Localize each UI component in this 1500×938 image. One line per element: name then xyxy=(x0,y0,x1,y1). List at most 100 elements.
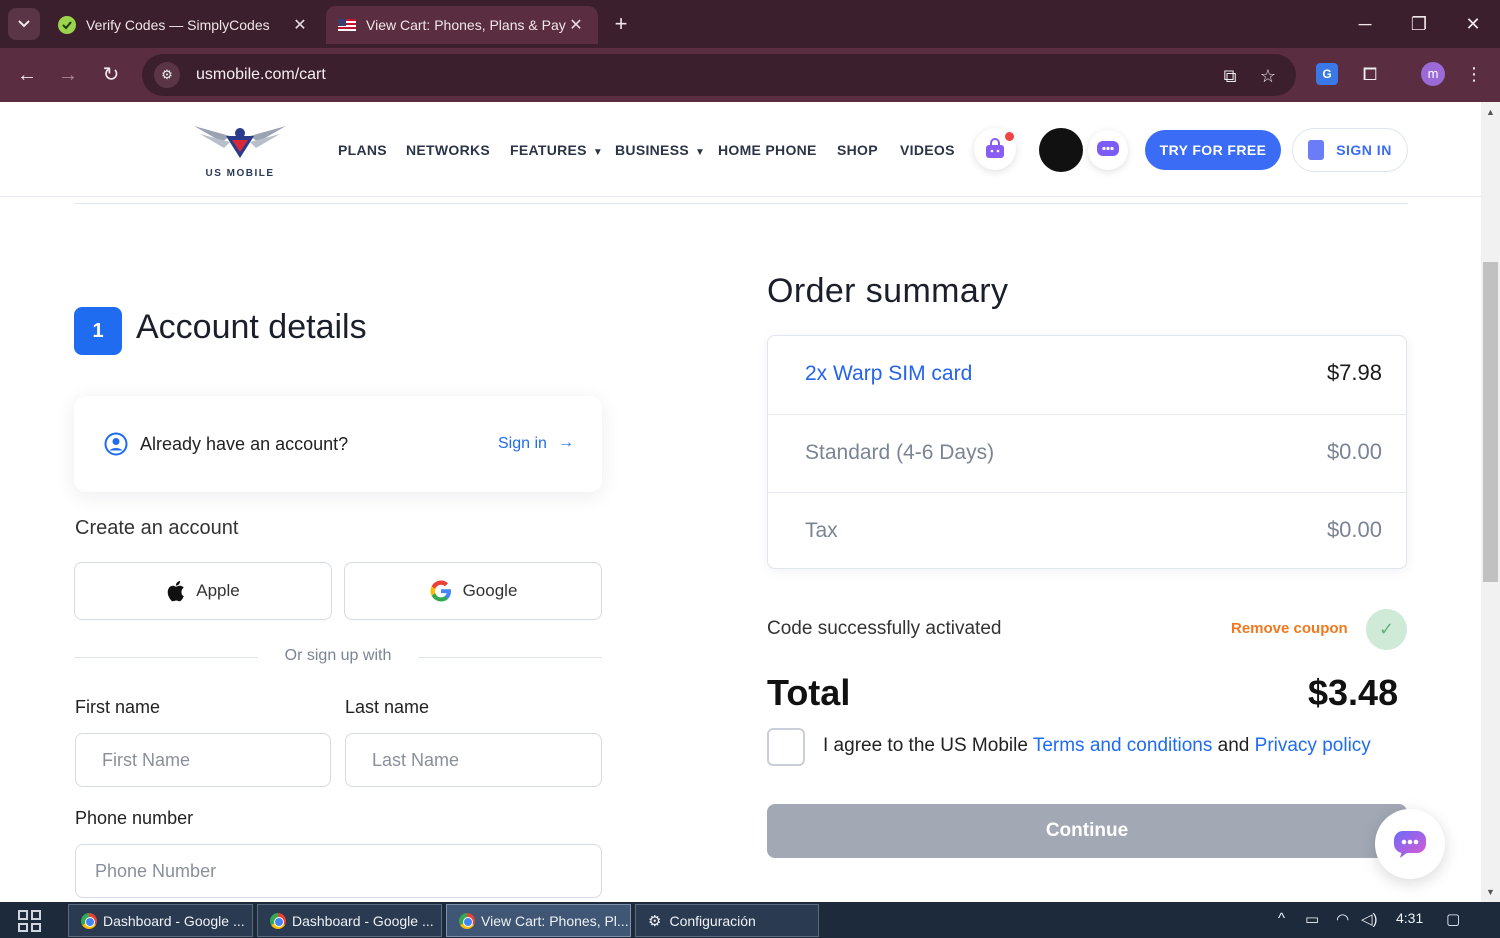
restore-window-icon[interactable]: ❐ xyxy=(1404,10,1434,38)
total-value: $3.48 xyxy=(1308,672,1399,713)
item-price: $0.00 xyxy=(1326,517,1382,542)
logo-wordmark: US MOBILE xyxy=(205,168,275,179)
browser-menu-icon[interactable]: ⋮ xyxy=(1460,60,1488,88)
bookmark-star-icon[interactable]: ☆ xyxy=(1256,64,1280,88)
new-tab-button[interactable]: + xyxy=(608,12,634,36)
wifi-icon[interactable]: ◠ xyxy=(1336,910,1349,928)
agree-and: and xyxy=(1212,735,1255,756)
item-price: $0.00 xyxy=(1326,439,1382,464)
header-sign-in-button[interactable]: SIGN IN xyxy=(1292,128,1408,172)
scroll-down-arrow-icon[interactable]: ▼ xyxy=(1481,884,1500,900)
translate-icon[interactable]: ⧉ xyxy=(1218,64,1242,88)
notifications-icon[interactable]: ▢ xyxy=(1446,910,1460,928)
tab-title: Verify Codes — SimplyCodes xyxy=(86,17,270,33)
browser-tab-usmobile[interactable]: View Cart: Phones, Plans & Payments ✕ xyxy=(326,6,598,44)
site-header: US MOBILE PLANS NETWORKS FEATURES ▼ BUSIN… xyxy=(0,102,1481,197)
chrome-icon xyxy=(81,912,97,929)
profile-avatar[interactable]: m xyxy=(1421,62,1445,86)
clock[interactable]: 4:31 xyxy=(1396,910,1423,926)
address-bar[interactable]: ⚙ usmobile.com/cart ⧉ ☆ xyxy=(142,54,1296,96)
back-arrow-icon[interactable]: ← xyxy=(12,60,42,90)
item-name[interactable]: 2x Warp SIM card xyxy=(805,362,972,386)
continue-button[interactable]: Continue xyxy=(767,804,1407,858)
order-line-item: Tax $0.00 xyxy=(768,492,1406,570)
gear-icon: ⚙ xyxy=(648,912,662,930)
chat-fab-button[interactable] xyxy=(1375,809,1445,879)
simplycodes-favicon-icon xyxy=(58,16,76,34)
close-tab-icon[interactable]: ✕ xyxy=(566,15,586,35)
eagle-wings-icon xyxy=(194,126,286,158)
remove-coupon-link[interactable]: Remove coupon xyxy=(1231,620,1348,637)
nav-features[interactable]: FEATURES ▼ xyxy=(510,142,603,158)
nav-business-label: BUSINESS xyxy=(615,142,689,158)
first-name-input[interactable] xyxy=(75,733,331,787)
extensions-puzzle-icon[interactable]: ⧠ xyxy=(1356,60,1384,88)
last-name-input[interactable] xyxy=(345,733,602,787)
apple-label: Apple xyxy=(196,581,240,600)
close-tab-icon[interactable]: ✕ xyxy=(290,15,310,35)
taskbar-item-label: Dashboard - Google ... xyxy=(292,912,434,929)
forward-arrow-icon[interactable]: → xyxy=(53,60,83,90)
or-sign-up-text: Or sign up with xyxy=(284,647,392,664)
browser-toolbar: ← → ↻ ⚙ usmobile.com/cart ⧉ ☆ G ⧠ m ⋮ xyxy=(0,48,1500,102)
apple-icon xyxy=(167,581,184,602)
google-sign-up-button[interactable]: Google xyxy=(344,562,602,620)
arrow-right-icon[interactable]: → xyxy=(558,434,574,452)
google-translate-extension-icon[interactable]: G xyxy=(1316,63,1338,85)
taskbar-item-configuracion[interactable]: ⚙ Configuración xyxy=(635,904,819,937)
item-name: Standard (4-6 Days) xyxy=(805,441,995,464)
tab-search-button[interactable] xyxy=(8,8,40,40)
us-flag-favicon-icon xyxy=(338,19,356,31)
taskbar-item-label: Configuración xyxy=(669,912,756,929)
minimize-window-icon[interactable]: ─ xyxy=(1350,10,1380,38)
order-summary-card: 2x Warp SIM card $7.98 Standard (4-6 Day… xyxy=(767,335,1407,569)
divider-right xyxy=(418,657,602,658)
cart-button[interactable] xyxy=(974,128,1016,170)
scrollbar-thumb[interactable] xyxy=(1483,262,1498,582)
existing-account-card: Already have an account? Sign in → xyxy=(74,396,602,492)
phone-number-input[interactable] xyxy=(75,844,602,898)
nav-networks[interactable]: NETWORKS xyxy=(406,142,490,158)
taskbar-item-dashboard-1[interactable]: Dashboard - Google ... xyxy=(68,904,253,937)
order-line-item: 2x Warp SIM card $7.98 xyxy=(768,336,1406,414)
terms-checkbox[interactable] xyxy=(767,728,805,766)
account-details-title: Account details xyxy=(136,308,367,346)
nav-videos[interactable]: VIDEOS xyxy=(900,142,955,158)
volume-icon[interactable]: ◁) xyxy=(1361,910,1378,928)
site-settings-icon[interactable]: ⚙ xyxy=(154,62,180,88)
taskbar-item-label: Dashboard - Google ... xyxy=(103,912,245,929)
google-label: Google xyxy=(462,581,518,600)
nav-plans[interactable]: PLANS xyxy=(338,142,387,158)
url-text[interactable]: usmobile.com/cart xyxy=(196,66,326,84)
terms-agreement-text: I agree to the US Mobile Terms and condi… xyxy=(823,735,1371,757)
chevron-down-icon xyxy=(18,20,30,28)
total-label: Total xyxy=(767,672,851,713)
chevron-up-icon[interactable]: ^ xyxy=(1278,910,1285,927)
taskbar-item-dashboard-2[interactable]: Dashboard - Google ... xyxy=(257,904,442,937)
battery-icon[interactable]: ▭ xyxy=(1305,910,1319,928)
chat-button[interactable] xyxy=(1088,130,1128,170)
taskbar-item-view-cart[interactable]: View Cart: Phones, Pl... xyxy=(446,904,631,937)
chevron-down-icon: ▼ xyxy=(592,147,604,158)
browser-tab-simplycodes[interactable]: Verify Codes — SimplyCodes ✕ xyxy=(46,6,322,44)
item-price: $7.98 xyxy=(1326,360,1382,385)
try-for-free-button[interactable]: TRY FOR FREE xyxy=(1145,130,1281,170)
start-menu-icon[interactable] xyxy=(18,910,42,932)
us-mobile-logo[interactable]: US MOBILE xyxy=(192,122,288,182)
agree-prefix: I agree to the US Mobile xyxy=(823,735,1033,756)
terms-link[interactable]: Terms and conditions xyxy=(1033,735,1213,756)
close-window-icon[interactable]: ✕ xyxy=(1458,10,1488,38)
chrome-icon xyxy=(459,912,475,929)
sign-in-link[interactable]: Sign in xyxy=(498,435,547,453)
nav-features-label: FEATURES xyxy=(510,142,587,158)
have-account-text: Already have an account? xyxy=(140,434,349,454)
nav-home-phone[interactable]: HOME PHONE xyxy=(718,142,817,158)
privacy-link[interactable]: Privacy policy xyxy=(1255,735,1371,756)
nav-shop[interactable]: SHOP xyxy=(837,142,878,158)
scroll-up-arrow-icon[interactable]: ▲ xyxy=(1481,104,1500,120)
coupon-status-text: Code successfully activated xyxy=(767,618,1002,639)
reload-icon[interactable]: ↻ xyxy=(96,60,126,90)
nav-business[interactable]: BUSINESS ▼ xyxy=(615,142,705,158)
apple-sign-up-button[interactable]: Apple xyxy=(74,562,332,620)
account-avatar[interactable] xyxy=(1039,128,1083,172)
